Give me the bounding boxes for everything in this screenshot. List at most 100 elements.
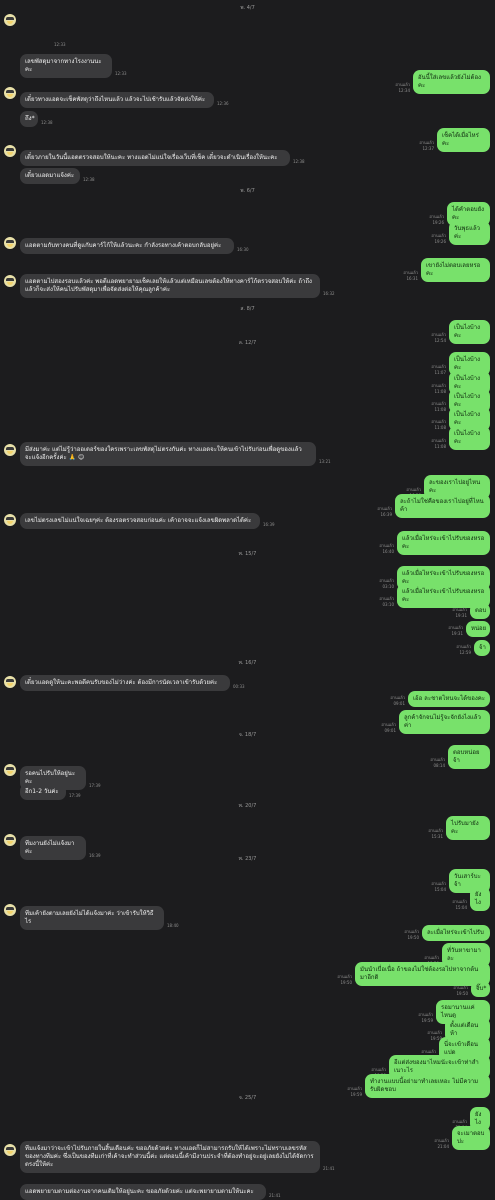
read-receipt: อ่านแล้ว [452,1119,467,1124]
read-receipt: อ่านแล้ว [456,644,471,649]
read-receipt: อ่านแล้ว [390,695,405,700]
outgoing-message[interactable]: หน่อย [466,621,490,637]
outgoing-message[interactable]: วันพุธแล้วค่ะ [449,221,490,245]
outgoing-message[interactable]: จิ๊บ* [471,981,490,997]
message-time: 19:26 [434,239,446,244]
outgoing-message[interactable]: ไปรับมายังคะ [446,816,490,840]
avatar[interactable] [4,87,16,99]
date-separator: พ. 15/7 [238,551,257,557]
read-receipt: อ่านแล้ว [403,270,418,275]
date-separator: จ. 25/7 [238,1095,257,1101]
incoming-message[interactable]: แอดตามไปสองรอบแล้วค่ะ พอดีแอดพยายามเช็คเ… [20,274,320,298]
outgoing-message[interactable]: ละเมื่อไหร่จะเข้าไปรับ [422,925,490,941]
message-time: 17:39 [89,783,101,788]
read-receipt: อ่านแล้ว [431,383,446,388]
outgoing-message[interactable]: เป็นไงบ้างคะ [449,426,490,450]
date-separator: พ. 20/7 [238,803,257,809]
incoming-message[interactable]: ทีมแจ้งมาว่าจะเข้าไปรับภายในสิ้นเดือนค่ะ… [20,1141,320,1173]
message-time: 15:04 [434,887,446,892]
read-receipt: อ่านแล้ว [371,1067,386,1072]
avatar[interactable] [4,145,16,157]
read-receipt: อ่านแล้ว [431,364,446,369]
outgoing-message[interactable]: มันนำเบื่อเนื่อ ถ้าของไม่ใช่ต้องรอไปหาจา… [355,962,490,986]
read-receipt: อ่านแล้ว [377,506,392,511]
message-time: 12:33 [54,42,66,47]
message-time: 11:08 [434,389,446,394]
outgoing-message[interactable]: จ้า [474,640,490,656]
outgoing-message[interactable]: ตอบ [470,603,490,619]
avatar[interactable] [4,764,16,776]
message-time: 19:59 [421,1018,433,1023]
outgoing-message[interactable]: ตอบหน่อยจ้า [448,745,490,769]
incoming-message[interactable]: เดี๋ยวแอดดูให้นะคะพอดีคนรับของไม่ว่างค่ะ… [20,675,230,691]
read-receipt: อ่านแล้ว [431,233,446,238]
message-time: 16:39 [380,512,392,517]
date-separator: พ. 16/7 [238,660,257,666]
date-separator: ส. 8/7 [240,306,255,312]
avatar[interactable] [4,834,16,846]
avatar[interactable] [4,237,16,249]
read-receipt: อ่านแล้ว [452,607,467,612]
outgoing-message[interactable]: จะเมาตอบปะ [452,1126,490,1150]
outgoing-message[interactable]: ละถ้าไม่ใช่คือของเราไปอยู่ที่ไหนค้า [395,494,490,518]
read-receipt: อ่านแล้ว [418,1012,433,1017]
message-time: 03:10 [382,584,394,589]
read-receipt: อ่านแล้ว [424,955,439,960]
avatar[interactable] [4,904,16,916]
message-time: 19:50 [456,991,468,996]
avatar[interactable] [4,444,16,456]
avatar[interactable] [4,14,16,26]
read-receipt: อ่านแล้ว [404,929,419,934]
incoming-message[interactable]: เลขพัสดุมาจากทางโรงงานนะคะ [20,54,112,78]
message-time: 12:38 [293,159,305,164]
message-time: 16:31 [406,276,418,281]
message-time: 21:41 [269,1193,281,1198]
read-receipt: อ่านแล้ว [431,881,446,886]
outgoing-message[interactable]: ยังไง [470,887,490,911]
incoming-message[interactable]: เดี๋ยวแอดมาแจ้งค่ะ [20,168,80,184]
incoming-message[interactable]: เลขไม่ตรงเลขไม่แน่ใจเฉยๆค่ะ ต้องรอตรวจสอ… [20,513,260,529]
avatar[interactable] [4,514,16,526]
message-time: 12:37 [422,146,434,151]
incoming-message[interactable]: ทีมเค้ายังตามเลยยังไม่ได้แจ้งมาค่ะ ว่าเข… [20,906,164,930]
incoming-message[interactable]: เดี๋ยวทางแอดจะเช็คพัสดุว่าถึงไหนแล้ว แล้… [20,92,214,108]
message-time: 15:31 [431,834,443,839]
incoming-message[interactable]: ถึง* [20,111,38,127]
incoming-message[interactable]: มีส่งมาค่ะ แต่ไม่รู้ว่าออเดอร์ของใครเพรา… [20,442,316,466]
outgoing-message[interactable]: เช็คได้เมื่อไหร่คะ [437,128,490,152]
read-receipt: อ่านแล้ว [431,419,446,424]
message-time: 11:08 [434,407,446,412]
message-time: 11:07 [434,370,446,375]
date-separator: จ. 18/7 [238,732,257,738]
date-separator: ล. 12/7 [238,340,257,346]
read-receipt: อ่านแล้ว [381,722,396,727]
message-time: 09:01 [393,701,405,706]
avatar[interactable] [4,275,16,287]
message-time: 19:59 [430,1036,442,1041]
message-time: 12:36 [217,101,229,106]
avatar[interactable] [4,1144,16,1156]
read-receipt: อ่านแล้ว [419,140,434,145]
incoming-message[interactable]: แอดพยายามตามต่องานจากคนเดิมให้อยู่นะคะ ข… [20,1184,266,1200]
read-receipt: อ่านแล้ว [427,1030,442,1035]
message-time: 12:33 [115,71,127,76]
read-receipt: อ่านแล้ว [431,332,446,337]
date-separator: พ. 23/7 [238,856,257,862]
message-time: 11:08 [434,425,446,430]
avatar[interactable] [4,676,16,688]
read-receipt: อ่านแล้ว [395,82,410,87]
incoming-message[interactable]: อีก1-2 วันค่ะ [20,784,66,800]
read-receipt: อ่านแล้ว [379,596,394,601]
message-time: 12:34 [398,88,410,93]
incoming-message[interactable]: เดี๋ยวภายในวันนี้แอดตรวจสอบให้นะคะ ทางแอ… [20,150,290,166]
message-time: 19:31 [451,631,463,636]
outgoing-message[interactable]: เขายังไม่ตอบเลยหรอคะ [421,258,490,282]
message-time: 18:40 [167,923,179,928]
outgoing-message[interactable]: เอ้อ ละชาตไหนจะได้ของคะ [408,691,490,707]
read-receipt: อ่านแล้ว [431,438,446,443]
message-time: 16:30 [237,247,249,252]
incoming-message[interactable]: แอดตามกับทางคนที่ดูแกับคาร์โก้ให้แล้วนะค… [20,238,234,254]
outgoing-message[interactable]: อันนี้ใส่เลขแล้วยังไม่ต้องคะ [413,70,490,94]
message-time: 19:26 [432,220,444,225]
message-time: 12:38 [41,120,53,125]
